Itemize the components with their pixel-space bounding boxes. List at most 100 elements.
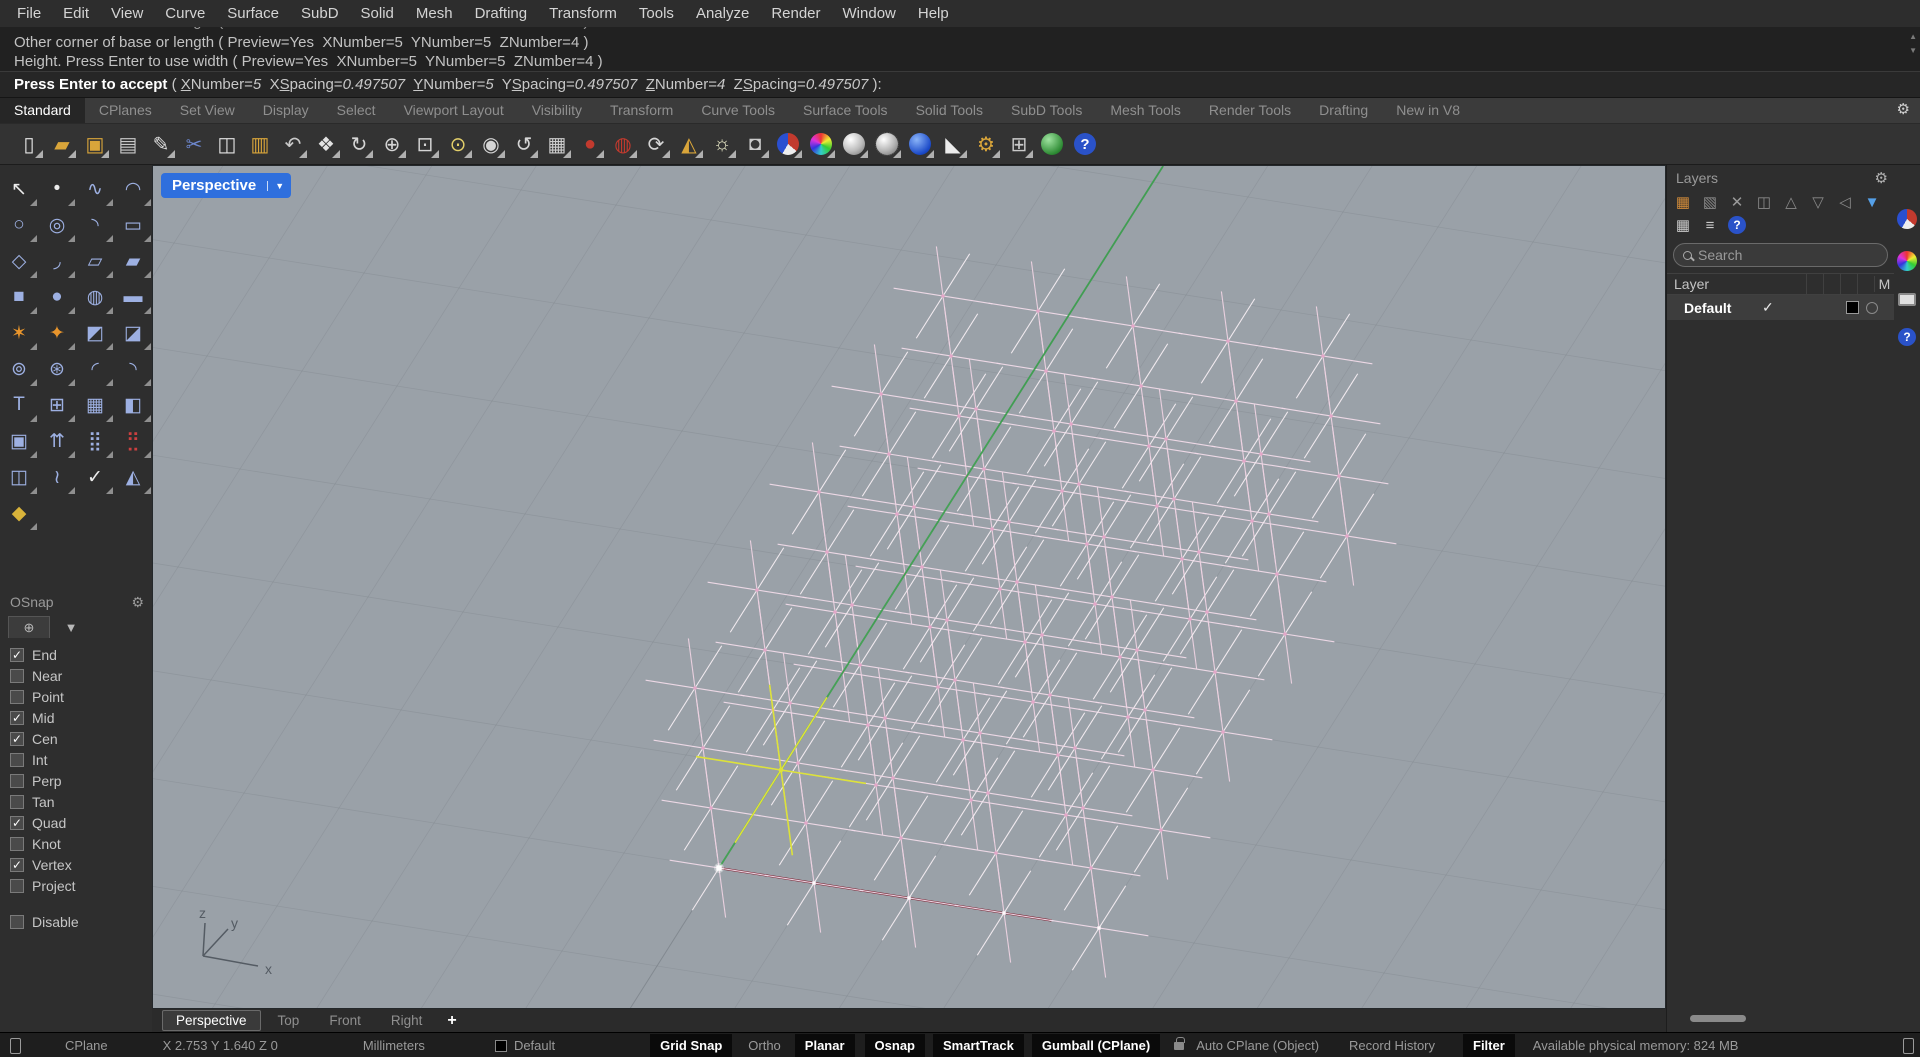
zoom-extents-icon[interactable]: ◉ [476,129,506,159]
viewport-tab-right[interactable]: Right [378,1011,436,1030]
osnap-mid-checkbox[interactable]: ✓ [10,711,24,725]
command-options[interactable]: ( XNumber=5 XSpacing=0.497507 YNumber=5 … [167,76,881,93]
status-grid-snap[interactable]: Grid Snap [650,1034,732,1057]
command-option-zspacing[interactable]: ZSpacing=0.497507 [734,76,869,93]
status-cplane[interactable]: CPlane [65,1038,108,1053]
lamp-icon[interactable]: ☼ [707,129,737,159]
help-icon[interactable]: ? [1070,129,1100,159]
sphere-icon[interactable]: ● [38,279,76,315]
osnap-cen-checkbox[interactable]: ✓ [10,732,24,746]
interp-curve-icon[interactable]: ◠ [114,171,152,207]
shaded-view-icon[interactable] [839,129,869,159]
raytrace-view-icon[interactable] [905,129,935,159]
panel-tab-layers[interactable] [1897,251,1917,271]
open-file-icon[interactable]: ▰ [47,129,77,159]
status-planar[interactable]: Planar [795,1034,855,1057]
command-option-znumber[interactable]: ZNumber=4 [646,76,726,93]
viewport-title[interactable]: Perspective [161,177,267,194]
status-gumball[interactable]: Gumball (CPlane) [1032,1034,1160,1057]
menu-mesh[interactable]: Mesh [405,5,464,22]
rotate-view-icon[interactable]: ↻ [344,129,374,159]
duplicate-layer-icon[interactable]: ◫ [1755,193,1773,211]
toolbar-tab-viewport-layout[interactable]: Viewport Layout [390,98,518,123]
toolbar-tab-display[interactable]: Display [249,98,323,123]
status-coords[interactable]: X 2.753 Y 1.640 Z 0 [163,1038,278,1053]
osnap-mode-tab[interactable]: ⊕ [8,616,50,638]
status-memory[interactable]: Available physical memory: 824 MB [1533,1038,1739,1053]
viewport-layout-icon[interactable]: ▦ [542,129,572,159]
cut-icon[interactable]: ✂ [179,129,209,159]
status-smarttrack[interactable]: SmartTrack [933,1034,1024,1057]
layers-gear-icon[interactable]: ⚙ [1875,169,1888,187]
osnap-gear-icon[interactable]: ⚙ [131,594,144,611]
trim-icon[interactable]: ◩ [76,315,114,351]
layer-menu-icon[interactable]: ≡ [1701,217,1719,234]
rectangle-icon[interactable]: ▭ [114,207,152,243]
zoom-dynamic-icon[interactable]: ⊕ [377,129,407,159]
undo-view-icon[interactable]: ↺ [509,129,539,159]
scale-icon[interactable]: ◭ [674,129,704,159]
box-icon[interactable]: ■ [0,279,38,315]
save-file-icon[interactable]: ▣ [80,129,110,159]
toolbar-tab-standard[interactable]: Standard [0,98,85,123]
viewport-title-pill[interactable]: Perspective ▼ [161,173,291,198]
move-up-icon[interactable]: △ [1782,193,1800,211]
text-icon[interactable]: T [0,387,38,423]
status-ortho[interactable]: Ortho [748,1038,781,1053]
mirror-icon[interactable]: ◧ [114,387,152,423]
osnap-knot-checkbox[interactable] [10,837,24,851]
toolbar-tab-set-view[interactable]: Set View [166,98,249,123]
move-down-icon[interactable]: ▽ [1809,193,1827,211]
menu-help[interactable]: Help [907,5,960,22]
move-icon[interactable]: ● [575,129,605,159]
extend-curve-icon[interactable]: ◝ [114,351,152,387]
status-filter[interactable]: Filter [1463,1034,1515,1057]
osnap-perp-checkbox[interactable] [10,774,24,788]
toolbar-tab-new-in-v8[interactable]: New in V8 [1382,98,1474,123]
color-wheel-icon[interactable] [806,129,836,159]
split-icon[interactable]: ◪ [114,315,152,351]
group-icon[interactable]: ⊞ [38,387,76,423]
edit-page-icon[interactable]: ✎ [146,129,176,159]
print-icon[interactable]: ▤ [113,129,143,159]
toolbar-tab-mesh-tools[interactable]: Mesh Tools [1096,98,1195,123]
boolean-union-icon[interactable]: ⊚ [0,351,38,387]
search-input[interactable] [1698,247,1858,263]
array-linear-icon[interactable]: ⣛ [114,423,152,459]
scroll-down-icon[interactable]: ▼ [1909,47,1917,55]
lock-icon[interactable]: ◘ [740,129,770,159]
array-grid-icon[interactable]: ⣿ [76,423,114,459]
layer-pie-icon[interactable] [773,129,803,159]
delete-layer-icon[interactable]: ✕ [1728,193,1746,211]
osnap-disable-checkbox[interactable] [10,915,24,929]
pan-icon[interactable]: ❖ [311,129,341,159]
check-icon[interactable]: ✓ [76,459,114,495]
osnap-tan-checkbox[interactable] [10,795,24,809]
osnap-end-checkbox[interactable]: ✓ [10,648,24,662]
status-units[interactable]: Millimeters [363,1038,425,1053]
viewport-dropdown-icon[interactable]: ▼ [267,181,291,191]
menu-subd[interactable]: SubD [290,5,350,22]
extrude-icon[interactable]: ⇈ [38,423,76,459]
toolbar-tab-surface-tools[interactable]: Surface Tools [789,98,902,123]
command-scrollbar[interactable]: ▲ ▼ [1909,33,1917,55]
primitive-icon[interactable]: ◭ [114,459,152,495]
viewport-tab-top[interactable]: Top [265,1011,313,1030]
menu-tools[interactable]: Tools [628,5,685,22]
menu-analyze[interactable]: Analyze [685,5,760,22]
options-icon[interactable]: ⚙ [971,129,1001,159]
ellipse-icon[interactable]: ◎ [38,207,76,243]
toolbar-settings-gear-icon[interactable]: ⚙ [1897,98,1920,123]
move-left-icon[interactable]: ◁ [1836,193,1854,211]
menu-surface[interactable]: Surface [216,5,290,22]
earth-icon[interactable] [1037,129,1067,159]
toolbar-tab-drafting[interactable]: Drafting [1305,98,1382,123]
zoom-selected-icon[interactable]: ⊙ [443,129,473,159]
osnap-int-checkbox[interactable] [10,753,24,767]
orient-icon[interactable]: ◍ [608,129,638,159]
torus-icon[interactable]: ◍ [76,279,114,315]
layer-help-icon[interactable]: ? [1728,216,1746,234]
menu-render[interactable]: Render [760,5,831,22]
slab-icon[interactable]: ▬ [114,279,152,315]
bend-icon[interactable]: ≀ [38,459,76,495]
